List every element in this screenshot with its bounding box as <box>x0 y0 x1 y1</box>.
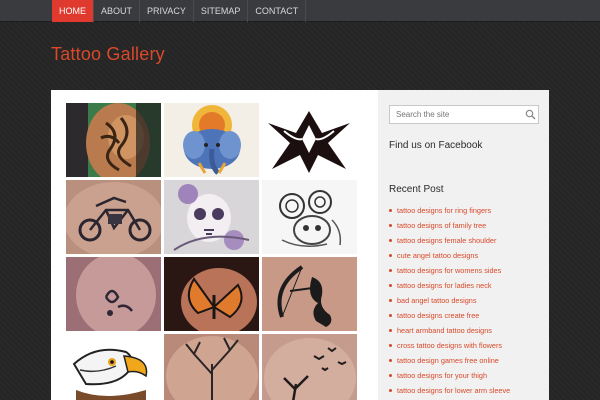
list-item: cute angel tattoo designs <box>389 248 510 263</box>
list-item: tattoo designs for ladies neck <box>389 278 510 293</box>
gallery-thumb-birds-tree[interactable] <box>262 334 357 400</box>
recent-post-link[interactable]: cute angel tattoo designs <box>397 251 478 260</box>
list-item: tattoo designs of family tree <box>389 218 510 233</box>
list-item: tattoo designs create free <box>389 308 510 323</box>
tribal-symmetric-image <box>262 103 357 177</box>
recent-post-link[interactable]: tattoo designs for womens sides <box>397 266 501 275</box>
nav-item-home[interactable]: HOME <box>52 0 94 22</box>
recent-post-link[interactable]: tattoo designs for lower arm sleeve <box>397 386 510 395</box>
eagle-head-image <box>66 334 161 400</box>
facebook-widget-heading: Find us on Facebook <box>389 140 483 151</box>
site-title[interactable]: Tattoo Gallery <box>51 44 165 65</box>
nav-item-sitemap[interactable]: SITEMAP <box>194 0 249 22</box>
gallery-thumb-roses-sketch[interactable] <box>262 180 357 254</box>
gallery-thumb-archer[interactable] <box>262 257 357 331</box>
birds-tree-image <box>262 334 357 400</box>
list-item: bad angel tattoo designs <box>389 293 510 308</box>
tribal-arm-image <box>66 103 161 177</box>
search-input[interactable] <box>389 105 539 124</box>
gallery-thumb-skull-flower[interactable] <box>164 180 259 254</box>
list-item: cross tattoo designs with flowers <box>389 338 510 353</box>
nav-menu: HOME ABOUT PRIVACY SITEMAP CONTACT <box>52 0 307 22</box>
roses-sketch-image <box>262 180 357 254</box>
recent-post-link[interactable]: tattoo designs create free <box>397 311 479 320</box>
recent-posts-heading: Recent Post <box>389 184 444 195</box>
gallery-thumb-eagle[interactable] <box>66 334 161 400</box>
gallery-thumb-small-back[interactable] <box>66 257 161 331</box>
archer-silhouette-image <box>262 257 357 331</box>
nav-item-privacy[interactable]: PRIVACY <box>140 0 194 22</box>
list-item: heart armband tattoo designs <box>389 323 510 338</box>
search-icon[interactable] <box>525 109 536 120</box>
sidebar: Find us on Facebook Recent Post tattoo d… <box>378 90 549 400</box>
gallery-thumb-butterfly[interactable] <box>164 257 259 331</box>
recent-post-link[interactable]: tattoo designs female shoulder <box>397 236 496 245</box>
list-item: tattoo design games free online <box>389 353 510 368</box>
gallery-thumb-tribal-symmetric[interactable] <box>262 103 357 177</box>
recent-post-link[interactable]: tattoo designs for ladies neck <box>397 281 492 290</box>
gallery-thumb-tree-back[interactable] <box>164 334 259 400</box>
motorcycle-back-image <box>66 180 161 254</box>
skull-flower-image <box>164 180 259 254</box>
recent-post-link[interactable]: cross tattoo designs with flowers <box>397 341 502 350</box>
list-item: tattoo designs for lower arm sleeve <box>389 383 510 398</box>
gallery-thumb-motorcycle[interactable] <box>66 180 161 254</box>
nav-item-contact[interactable]: CONTACT <box>248 0 307 22</box>
recent-post-link[interactable]: heart armband tattoo designs <box>397 326 492 335</box>
list-item: tattoo designs for ring fingers <box>389 203 510 218</box>
list-item: tattoo designs for your thigh <box>389 368 510 383</box>
elephant-ganesha-image <box>164 103 259 177</box>
small-back-image <box>66 257 161 331</box>
content-panel: Find us on Facebook Recent Post tattoo d… <box>51 90 549 400</box>
recent-post-link[interactable]: bad angel tattoo designs <box>397 296 477 305</box>
nav-item-about[interactable]: ABOUT <box>94 0 141 22</box>
list-item: tattoo designs female shoulder <box>389 233 510 248</box>
list-item: tattoo designs for womens sides <box>389 263 510 278</box>
gallery-thumb-tribal-arm[interactable] <box>66 103 161 177</box>
gallery-thumb-elephant[interactable] <box>164 103 259 177</box>
butterfly-image <box>164 257 259 331</box>
recent-post-link[interactable]: tattoo designs for your thigh <box>397 371 487 380</box>
top-navigation: HOME ABOUT PRIVACY SITEMAP CONTACT <box>0 0 600 22</box>
recent-post-link[interactable]: tattoo designs of family tree <box>397 221 486 230</box>
recent-post-link[interactable]: tattoo design games free online <box>397 356 499 365</box>
recent-post-link[interactable]: tattoo designs for ring fingers <box>397 206 491 215</box>
tattoo-gallery <box>66 103 358 400</box>
tree-back-image <box>164 334 259 400</box>
recent-posts-list: tattoo designs for ring fingers tattoo d… <box>389 203 510 398</box>
